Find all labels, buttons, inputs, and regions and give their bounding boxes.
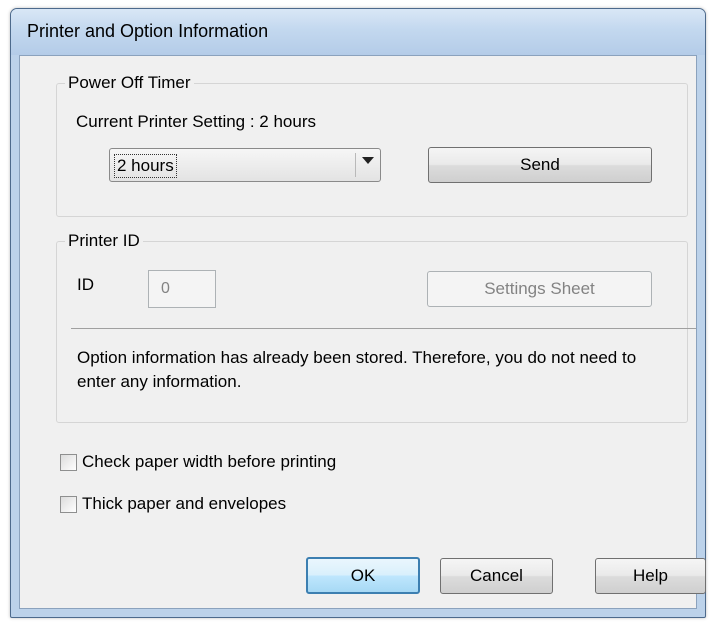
- settings-sheet-button[interactable]: Settings Sheet: [427, 271, 652, 307]
- thick-paper-label[interactable]: Thick paper and envelopes: [82, 494, 286, 514]
- check-paper-width-checkbox[interactable]: [60, 454, 77, 471]
- cancel-button[interactable]: Cancel: [440, 558, 553, 594]
- id-label: ID: [77, 275, 94, 294]
- power-off-timer-select[interactable]: 2 hours: [109, 148, 381, 182]
- ok-button[interactable]: OK: [306, 557, 420, 594]
- check-paper-width-label[interactable]: Check paper width before printing: [82, 452, 336, 472]
- send-button[interactable]: Send: [428, 147, 652, 183]
- power-off-timer-selected-value: 2 hours: [114, 154, 177, 178]
- help-button[interactable]: Help: [595, 558, 706, 594]
- dialog-body: Power Off Timer Current Printer Setting …: [19, 55, 706, 609]
- title-bar[interactable]: Printer and Option Information: [11, 9, 705, 55]
- thick-paper-checkbox[interactable]: [60, 496, 77, 513]
- power-off-timer-group: Power Off Timer Current Printer Setting …: [56, 73, 688, 217]
- combo-separator: [355, 153, 356, 177]
- dialog-title: Printer and Option Information: [27, 21, 269, 41]
- current-setting-text: Current Printer Setting : 2 hours: [76, 112, 317, 131]
- option-info-text: Option information has already been stor…: [77, 348, 637, 391]
- printer-option-dialog: Printer and Option Information Power Off…: [10, 8, 706, 618]
- printer-id-field[interactable]: 0: [148, 270, 216, 308]
- printer-id-group: Printer ID ID 0 Settings Sheet Option in…: [56, 231, 696, 423]
- power-off-timer-label: Power Off Timer: [65, 73, 194, 93]
- separator-line: [71, 328, 696, 329]
- printer-id-label: Printer ID: [65, 231, 143, 251]
- chevron-down-icon: [362, 157, 374, 164]
